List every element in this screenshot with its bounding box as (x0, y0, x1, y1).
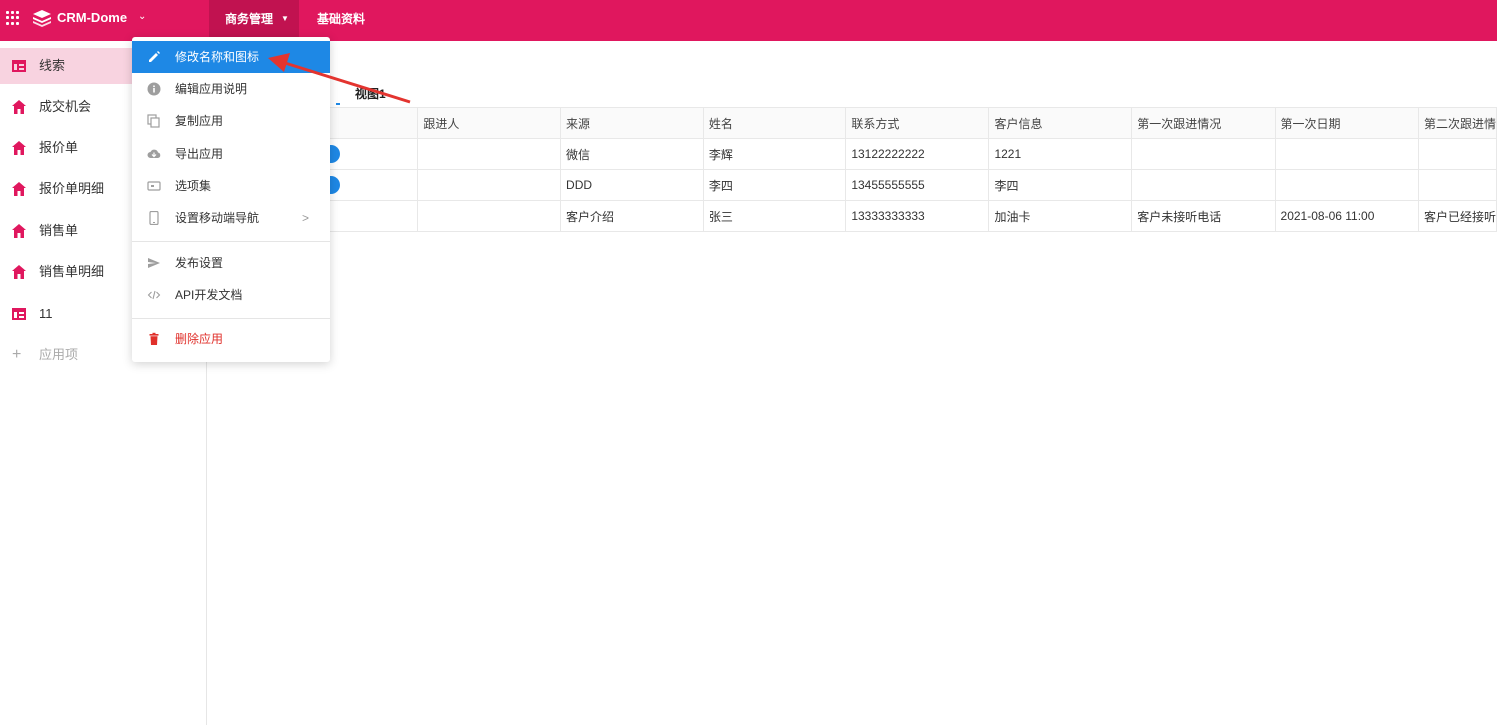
table-cell: DDD (560, 169, 704, 201)
menu-item-delete-app[interactable]: 删除应用 (132, 323, 330, 355)
mobile-icon (149, 211, 159, 225)
table-cell: 13333333333 (845, 200, 990, 232)
menu-item-option-sets[interactable]: 选项集 (132, 170, 330, 202)
column-header[interactable]: 第二次跟进情 (1417, 107, 1497, 139)
app-actions-dropdown: 修改名称和图标 编辑应用说明 复制应用 导出应用 选项集 设置移动端导航 > 发… (132, 37, 330, 362)
table-cell: 李辉 (702, 138, 847, 170)
table-cell (417, 138, 562, 170)
table-cell: 微信 (560, 138, 704, 170)
menu-divider (132, 241, 330, 242)
table-cell (1417, 169, 1497, 201)
column-header[interactable]: 第一次跟进情况 (1131, 107, 1276, 139)
pencil-icon (149, 51, 160, 62)
column-header[interactable]: 跟进人 (417, 107, 562, 139)
active-tab-indicator (336, 103, 340, 105)
sidebar-item-label: 成交机会 (39, 99, 92, 114)
menu-item-copy-app[interactable]: 复制应用 (132, 105, 330, 137)
table-cell (1131, 169, 1276, 201)
table-cell: 李四 (702, 169, 847, 201)
options-icon (147, 181, 161, 191)
column-header[interactable]: 来源 (560, 107, 704, 139)
home-icon (12, 141, 26, 155)
menu-item-label: 设置移动端导航 (175, 211, 260, 225)
table-cell (1274, 138, 1419, 170)
column-header[interactable]: 姓名 (702, 107, 847, 139)
table-cell (417, 200, 562, 232)
table-cell: 李四 (988, 169, 1133, 201)
send-icon (148, 258, 160, 268)
menu-item-label: 编辑应用说明 (175, 82, 248, 96)
menu-item-edit-description[interactable]: 编辑应用说明 (132, 73, 330, 105)
table-icon (12, 308, 26, 320)
table-cell: 加油卡 (988, 200, 1133, 232)
plus-icon: + (12, 346, 22, 363)
home-icon (12, 224, 26, 238)
table-cell (1417, 138, 1497, 170)
menu-item-label: 发布设置 (175, 256, 224, 270)
menu-item-label: 选项集 (175, 179, 212, 193)
menu-item-label: 复制应用 (175, 114, 224, 128)
copy-icon (147, 114, 160, 128)
table-cell: 13122222222 (845, 138, 990, 170)
table-cell: 1221 (988, 138, 1133, 170)
tab-label: 商务管理 (225, 12, 274, 26)
home-icon (12, 265, 26, 279)
home-icon (12, 182, 26, 196)
add-app-item-label: 应用项 (39, 347, 79, 362)
table-row[interactable]: 客户介绍 张三 13333333333 加油卡 客户未接听电话 2021-08-… (207, 200, 1497, 232)
column-header[interactable]: 客户信息 (988, 107, 1133, 139)
tab-label: 基础资料 (317, 12, 366, 26)
chevron-right-icon: > (302, 211, 310, 225)
table-cell: 客户已经接听 (1417, 200, 1497, 232)
sidebar-item-label: 销售单明细 (39, 264, 105, 279)
table-row[interactable]: 微信 李辉 13122222222 1221 (207, 138, 1497, 170)
trash-icon (149, 332, 159, 345)
column-header[interactable]: 第一次日期 (1274, 107, 1419, 139)
sidebar-item-label: 销售单 (39, 223, 79, 238)
cloud-download-icon (147, 149, 161, 158)
home-icon (12, 100, 26, 114)
menu-item-edit-name-icon[interactable]: 修改名称和图标 (132, 41, 330, 73)
app-name[interactable]: CRM-Dome (57, 10, 127, 25)
tab-view-1[interactable]: 视图1 (355, 85, 386, 102)
tab-basic-data[interactable]: 基础资料 (317, 0, 365, 41)
chevron-down-icon[interactable]: ⌄ (138, 11, 146, 22)
table-cell (1131, 138, 1276, 170)
info-icon (147, 82, 161, 96)
code-icon (147, 290, 161, 300)
menu-item-mobile-nav[interactable]: 设置移动端导航 > (132, 202, 330, 234)
column-header[interactable]: 联系方式 (845, 107, 990, 139)
table-row[interactable]: DDD 李四 13455555555 李四 (207, 169, 1497, 201)
sidebar-item-label: 11 (39, 306, 53, 321)
apps-grid-icon[interactable] (6, 11, 20, 25)
table-cell (417, 169, 562, 201)
table-icon (12, 60, 26, 72)
menu-item-label: 修改名称和图标 (175, 50, 260, 64)
table-cell (1274, 169, 1419, 201)
table-cell: 张三 (702, 200, 847, 232)
table-cell: 2021-08-06 11:00 (1274, 200, 1419, 232)
table-cell: 客户介绍 (560, 200, 704, 232)
tab-business-management[interactable]: 商务管理 ▼ (209, 0, 299, 41)
menu-divider (132, 318, 330, 319)
menu-item-label: API开发文档 (175, 288, 243, 302)
sidebar-item-label: 线索 (39, 58, 66, 73)
table-cell: 13455555555 (845, 169, 990, 201)
sidebar-item-label: 报价单 (39, 140, 79, 155)
menu-item-label: 删除应用 (175, 332, 224, 346)
top-bar: CRM-Dome ⌄ 商务管理 ▼ 基础资料 (0, 0, 1497, 41)
caret-down-icon: ▼ (281, 14, 289, 23)
menu-item-publish-settings[interactable]: 发布设置 (132, 247, 330, 279)
main-content: 视图1 跟进人 来源 姓名 联系方式 客户信息 第一次跟进情况 第一次日期 第二… (207, 41, 1497, 725)
app-logo-icon (33, 10, 51, 27)
menu-item-api-docs[interactable]: API开发文档 (132, 279, 330, 311)
records-table: 跟进人 来源 姓名 联系方式 客户信息 第一次跟进情况 第一次日期 第二次跟进情… (207, 107, 1497, 232)
menu-item-label: 导出应用 (175, 147, 224, 161)
sidebar-item-label: 报价单明细 (39, 181, 105, 196)
menu-item-export-app[interactable]: 导出应用 (132, 138, 330, 170)
table-cell: 客户未接听电话 (1131, 200, 1276, 232)
table-header-row: 跟进人 来源 姓名 联系方式 客户信息 第一次跟进情况 第一次日期 第二次跟进情 (207, 107, 1497, 139)
